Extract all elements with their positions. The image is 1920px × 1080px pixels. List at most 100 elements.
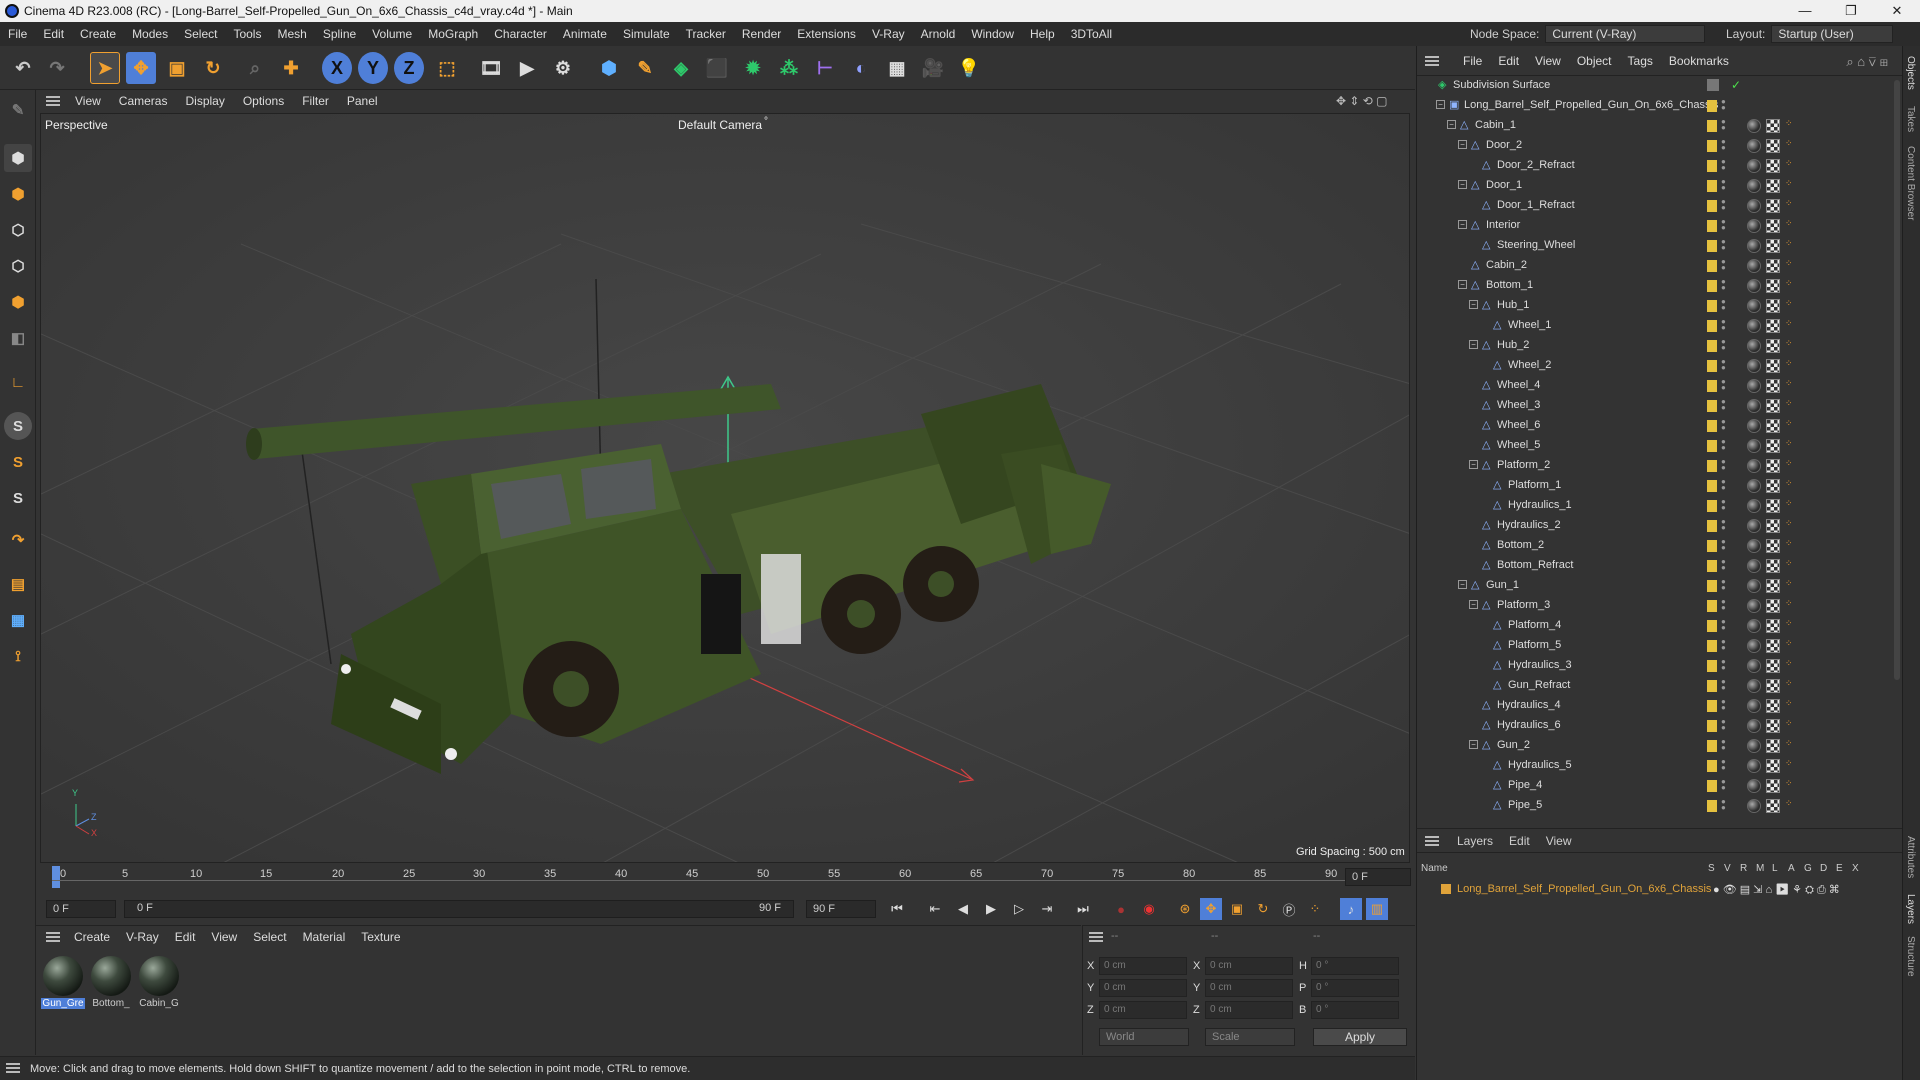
object-name[interactable]: Pipe_5 — [1508, 799, 1542, 811]
uvw-tag-icon[interactable] — [1766, 579, 1780, 593]
expand-toggle-icon[interactable]: − — [1469, 740, 1478, 749]
selection-tag-icon[interactable]: ⁘ — [1785, 279, 1795, 292]
render-view-icon[interactable]: ▶ — [512, 52, 542, 84]
uvw-tag-icon[interactable] — [1766, 399, 1780, 413]
visibility-dots-icon[interactable]: ● ● — [1721, 218, 1727, 233]
layer-color-icon[interactable] — [1707, 400, 1717, 412]
uvw-tag-icon[interactable] — [1766, 479, 1780, 493]
uvw-tag-icon[interactable] — [1766, 259, 1780, 273]
layer-color-icon[interactable] — [1707, 580, 1717, 592]
object-row[interactable]: − ▣ Long_Barrel_Self_Propelled_Gun_On_6x6_… — [1417, 96, 1883, 116]
visibility-dots-icon[interactable]: ● ● — [1721, 178, 1727, 193]
object-name[interactable]: Hydraulics_2 — [1497, 519, 1561, 531]
uvw-tag-icon[interactable] — [1766, 499, 1780, 513]
material-tag-icon[interactable] — [1747, 539, 1761, 553]
visibility-dots-icon[interactable]: ● ● — [1721, 398, 1727, 413]
material-menu-material[interactable]: Material — [295, 930, 354, 944]
layer-menu-layers[interactable]: Layers — [1449, 834, 1501, 848]
enabled-check-icon[interactable]: ✓ — [1731, 78, 1741, 92]
object-scrollbar[interactable] — [1894, 80, 1900, 680]
material-menu-select[interactable]: Select — [245, 930, 294, 944]
auto-key-icon[interactable]: ◉ — [1138, 898, 1160, 920]
uvw-tag-icon[interactable] — [1766, 619, 1780, 633]
uvw-tag-icon[interactable] — [1766, 279, 1780, 293]
selection-tag-icon[interactable]: ⁘ — [1785, 419, 1795, 432]
uvw-tag-icon[interactable] — [1766, 659, 1780, 673]
uvw-tag-icon[interactable] — [1766, 739, 1780, 753]
layer-color-icon[interactable] — [1707, 440, 1717, 452]
object-name[interactable]: Wheel_3 — [1497, 399, 1540, 411]
object-row[interactable]: △ Platform_4 ● ● ⁘ — [1417, 616, 1883, 636]
object-tree[interactable]: ◈ Subdivision Surface ✓ − ▣ Long_Barrel_Self_… — [1417, 76, 1887, 828]
material-tag-icon[interactable] — [1747, 259, 1761, 273]
uvw-tag-icon[interactable] — [1766, 319, 1780, 333]
viewport-menu-cameras[interactable]: Cameras — [110, 94, 177, 108]
expand-toggle-icon[interactable]: − — [1469, 460, 1478, 469]
layer-color-icon[interactable] — [1707, 540, 1717, 552]
object-row[interactable]: △ Bottom_Refract ● ● ⁘ — [1417, 556, 1883, 576]
layer-color-icon[interactable] — [1707, 220, 1717, 232]
uvw-tag-icon[interactable] — [1766, 179, 1780, 193]
uvw-tag-icon[interactable] — [1766, 459, 1780, 473]
object-row[interactable]: △ Hydraulics_1 ● ● ⁘ — [1417, 496, 1883, 516]
visibility-dots-icon[interactable]: ● ● — [1721, 118, 1727, 133]
material-swatch[interactable]: Gun_Gre — [41, 956, 85, 1009]
material-tag-icon[interactable] — [1747, 239, 1761, 253]
visibility-dots-icon[interactable]: ● ● — [1721, 518, 1727, 533]
z-axis-toggle[interactable]: Z — [394, 52, 424, 84]
object-row[interactable]: − △ Gun_1 ● ● ⁘ — [1417, 576, 1883, 596]
selection-tag-icon[interactable]: ⁘ — [1785, 519, 1795, 532]
material-tag-icon[interactable] — [1747, 119, 1761, 133]
selection-tag-icon[interactable]: ⁘ — [1785, 479, 1795, 492]
layer-name[interactable]: Long_Barrel_Self_Propelled_Gun_On_6x6_Ch… — [1457, 883, 1711, 895]
layer-color-icon[interactable] — [1707, 500, 1717, 512]
layer-color-icon[interactable] — [1707, 140, 1717, 152]
layer-hamburger-icon[interactable] — [1425, 835, 1439, 846]
object-name[interactable]: Hydraulics_3 — [1508, 659, 1572, 671]
record-keys-icon[interactable]: ● — [1110, 898, 1132, 920]
object-menu-object[interactable]: Object — [1569, 54, 1620, 68]
3d-viewport[interactable]: Perspective Default Camera ° Grid Spacin… — [40, 113, 1410, 863]
frame-max-field[interactable]: 90 F — [806, 900, 876, 918]
key-position-icon[interactable]: ✥ — [1200, 898, 1222, 920]
solo-mode-icon[interactable]: ▦ — [4, 606, 32, 634]
selection-tag-icon[interactable]: ⁘ — [1785, 319, 1795, 332]
object-row[interactable]: △ Bottom_2 ● ● ⁘ — [1417, 536, 1883, 556]
menu-extensions[interactable]: Extensions — [789, 27, 864, 41]
uvw-tag-icon[interactable] — [1766, 719, 1780, 733]
subdivision-surface-icon[interactable]: ◈ — [666, 52, 696, 84]
maximize-button[interactable]: ❐ — [1828, 0, 1874, 22]
layer-color-icon[interactable] — [1707, 480, 1717, 492]
viewport-menu-options[interactable]: Options — [234, 94, 293, 108]
visibility-dots-icon[interactable]: ● ● — [1721, 458, 1727, 473]
object-row[interactable]: △ Wheel_5 ● ● ⁘ — [1417, 436, 1883, 456]
selection-tag-icon[interactable]: ⁘ — [1785, 779, 1795, 792]
pen-spline-icon[interactable]: ✎ — [630, 52, 660, 84]
select-tool-icon[interactable]: ➤ — [90, 52, 120, 84]
layer-color-icon[interactable] — [1707, 640, 1717, 652]
go-to-start-icon[interactable]: ⏮ — [886, 898, 908, 920]
material-tag-icon[interactable] — [1747, 419, 1761, 433]
menu-character[interactable]: Character — [486, 27, 555, 41]
layer-color-icon[interactable] — [1707, 240, 1717, 252]
viewport-menu-view[interactable]: View — [66, 94, 110, 108]
material-tag-icon[interactable] — [1747, 459, 1761, 473]
menu-file[interactable]: File — [0, 27, 35, 41]
layer-color-icon[interactable] — [1707, 380, 1717, 392]
frame-range-slider[interactable]: 0 F 90 F — [124, 900, 794, 918]
apply-button[interactable]: Apply — [1313, 1028, 1407, 1046]
visibility-dots-icon[interactable]: ● ● — [1721, 558, 1727, 573]
expand-toggle-icon[interactable]: − — [1458, 580, 1467, 589]
material-tag-icon[interactable] — [1747, 399, 1761, 413]
object-row[interactable]: − △ Door_1 ● ● ⁘ — [1417, 176, 1883, 196]
selection-tag-icon[interactable]: ⁘ — [1785, 619, 1795, 632]
menu-simulate[interactable]: Simulate — [615, 27, 678, 41]
layer-color-icon[interactable] — [1707, 340, 1717, 352]
redo-button[interactable]: ↷ — [42, 52, 72, 84]
visibility-dots-icon[interactable]: ● ● — [1721, 478, 1727, 493]
material-menu-view[interactable]: View — [203, 930, 245, 944]
size-x-field[interactable]: 0 cm — [1205, 957, 1293, 975]
menu-vray[interactable]: V-Ray — [864, 27, 913, 41]
selection-tag-icon[interactable]: ⁘ — [1785, 299, 1795, 312]
tab-layers[interactable]: Layers — [1905, 894, 1916, 924]
